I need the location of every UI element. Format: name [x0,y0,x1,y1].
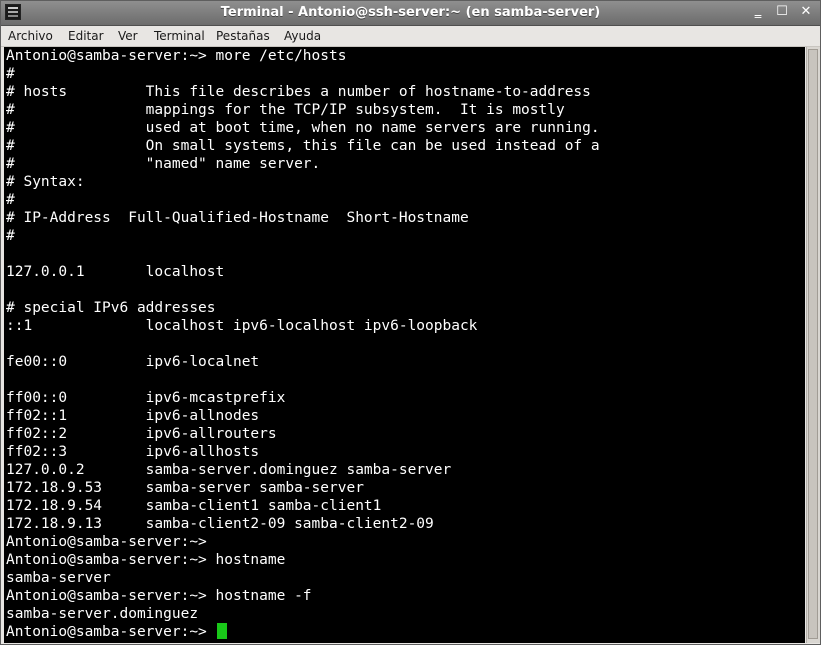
terminal-scrollbar[interactable] [806,47,820,643]
menu-bar: Archivo Editar Ver Terminal Pestañas Ayu… [1,26,820,47]
terminal-line: ff02::2 ipv6-allrouters [6,426,277,442]
menu-ver[interactable]: Ver [115,28,141,44]
window-title: Terminal - Antonio@ssh-server:~ (en samb… [220,5,601,20]
terminal-line: # used at boot time, when no name server… [6,120,600,136]
terminal-output-area[interactable]: Antonio@samba-server:~> more /etc/hosts #… [4,47,805,643]
terminal-prompt-line[interactable]: Antonio@samba-server:~> [6,623,600,641]
close-icon[interactable]: ✕ [797,4,815,20]
menu-editar[interactable]: Editar [65,28,107,44]
terminal-line: # mappings for the TCP/IP subsystem. It … [6,102,565,118]
menu-pestanas[interactable]: Pestañas [213,28,273,44]
terminal-line: # [6,66,15,82]
terminal-prompt: Antonio@samba-server:~> [6,624,216,640]
terminal-line: 172.18.9.53 samba-server samba-server [6,480,364,496]
terminal-line: samba-server [6,570,111,586]
terminal-line: ff00::0 ipv6-mcastprefix [6,390,286,406]
terminal-line: # IP-Address Full-Qualified-Hostname Sho… [6,210,469,226]
terminal-line: # [6,228,15,244]
menu-archivo[interactable]: Archivo [5,28,56,44]
terminal-line: # "named" name server. [6,156,321,172]
terminal-line: # Syntax: [6,174,85,190]
maximize-icon[interactable]: ☐ [773,4,791,20]
terminal-line: # [6,192,15,208]
terminal-line: Antonio@samba-server:~> [6,534,207,550]
terminal-line: fe00::0 ipv6-localnet [6,354,260,370]
terminal-line: # hosts This file describes a number of … [6,84,591,100]
terminal-line: 127.0.0.1 localhost [6,264,225,280]
minimize-icon[interactable]: ‗ [749,4,767,20]
terminal-line: 127.0.0.2 samba-server.dominguez samba-s… [6,462,452,478]
terminal-line: # special IPv6 addresses [6,300,216,316]
terminal-window: Terminal - Antonio@ssh-server:~ (en samb… [0,0,821,645]
terminal-line: ff02::3 ipv6-allhosts [6,444,260,460]
terminal-line: samba-server.dominguez [6,606,199,622]
terminal-line: ::1 localhost ipv6-localhost ipv6-loopba… [6,318,478,334]
title-bar[interactable]: Terminal - Antonio@ssh-server:~ (en samb… [1,1,820,26]
terminal-line: Antonio@samba-server:~> hostname -f [6,588,312,604]
menu-ayuda[interactable]: Ayuda [281,28,324,44]
scrollbar-thumb[interactable] [808,49,818,639]
terminal-line: ff02::1 ipv6-allnodes [6,408,260,424]
terminal-line: 172.18.9.54 samba-client1 samba-client1 [6,498,382,514]
menu-terminal[interactable]: Terminal [151,28,208,44]
terminal-lines: Antonio@samba-server:~> more /etc/hosts #… [6,47,600,641]
terminal-line: Antonio@samba-server:~> hostname [6,552,286,568]
terminal-line: 172.18.9.13 samba-client2-09 samba-clien… [6,516,434,532]
terminal-line: Antonio@samba-server:~> more /etc/hosts [6,48,347,64]
terminal-line: # On small systems, this file can be use… [6,138,600,154]
text-cursor [216,623,227,639]
